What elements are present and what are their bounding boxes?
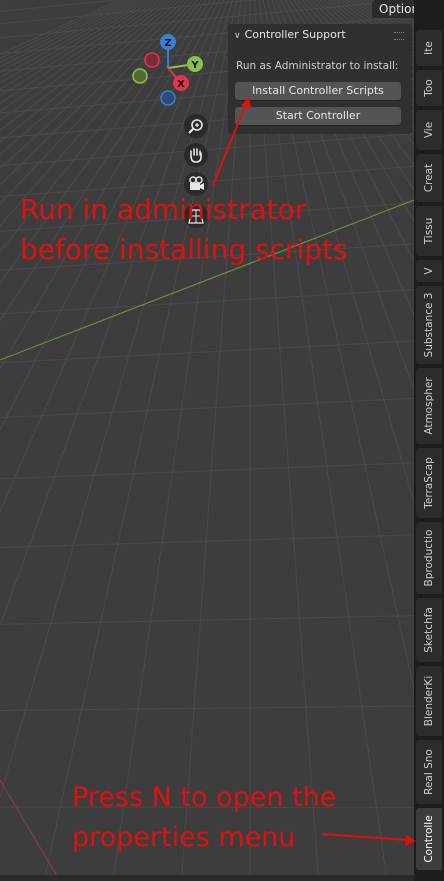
annotation-admin-note: Run in administrator before installing s…	[20, 193, 348, 266]
annotation-arrow-up	[212, 103, 247, 186]
annotation-press-n-note: Press N to open the properties menu	[72, 782, 337, 853]
annotation-arrows	[212, 96, 416, 846]
